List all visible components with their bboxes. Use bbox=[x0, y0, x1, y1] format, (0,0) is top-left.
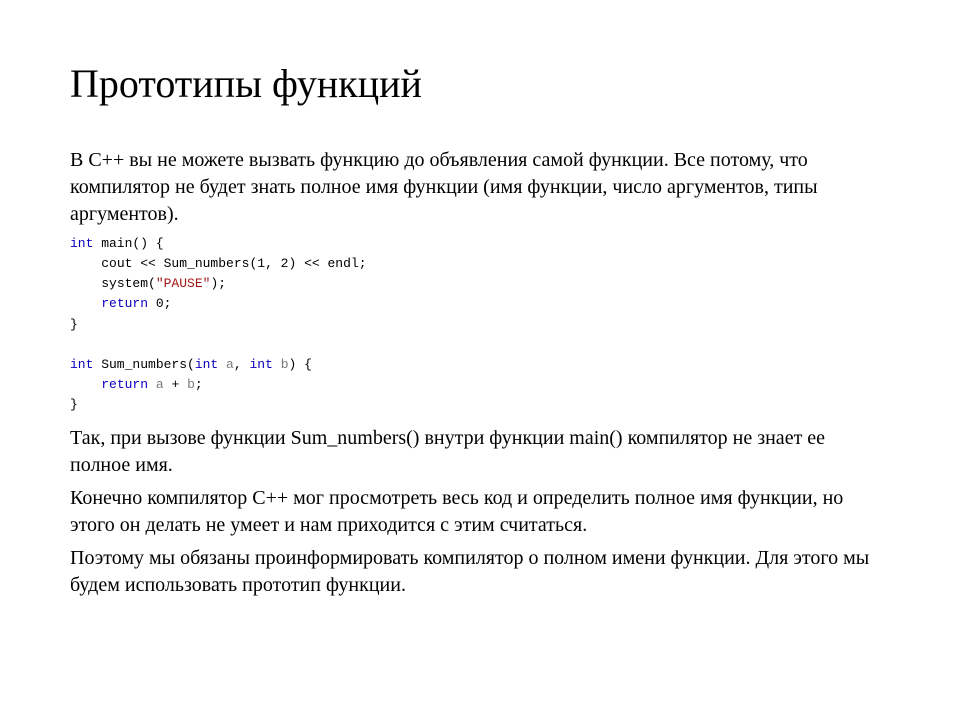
paragraph-intro: В C++ вы не можете вызвать функцию до об… bbox=[70, 147, 890, 228]
code-text: } bbox=[70, 397, 78, 412]
code-keyword: int bbox=[195, 357, 218, 372]
code-text: , bbox=[265, 256, 281, 271]
code-text: ; bbox=[195, 377, 203, 392]
code-text: ); bbox=[210, 276, 226, 291]
code-text: + bbox=[164, 377, 187, 392]
code-text: Sum_numbers( bbox=[93, 357, 194, 372]
code-block: int main() { cout << Sum_numbers(1, 2) <… bbox=[70, 234, 890, 415]
code-text: , bbox=[234, 357, 250, 372]
code-variable: b bbox=[281, 357, 289, 372]
code-indent bbox=[70, 377, 101, 392]
code-keyword: int bbox=[70, 236, 93, 251]
paragraph-3: Конечно компилятор C++ мог просмотреть в… bbox=[70, 485, 890, 539]
document-page: Прототипы функций В C++ вы не можете выз… bbox=[0, 0, 960, 599]
code-text: ) { bbox=[289, 357, 312, 372]
code-keyword: int bbox=[249, 357, 272, 372]
code-indent bbox=[70, 296, 101, 311]
code-variable: b bbox=[187, 377, 195, 392]
code-indent bbox=[70, 256, 101, 271]
page-title: Прототипы функций bbox=[70, 60, 890, 107]
code-text: main() { bbox=[93, 236, 163, 251]
code-variable: a bbox=[226, 357, 234, 372]
code-text: cout << Sum_numbers( bbox=[101, 256, 257, 271]
code-keyword: int bbox=[70, 357, 93, 372]
code-indent bbox=[70, 276, 101, 291]
paragraph-2: Так, при вызове функции Sum_numbers() вн… bbox=[70, 425, 890, 479]
code-text bbox=[273, 357, 281, 372]
code-text bbox=[148, 377, 156, 392]
code-text: system( bbox=[101, 276, 156, 291]
code-keyword: return bbox=[101, 377, 148, 392]
code-number: 1 bbox=[257, 256, 265, 271]
code-variable: a bbox=[156, 377, 164, 392]
code-text: } bbox=[70, 317, 78, 332]
code-keyword: return bbox=[101, 296, 148, 311]
code-text: ) << endl; bbox=[288, 256, 366, 271]
code-text bbox=[218, 357, 226, 372]
code-string: "PAUSE" bbox=[156, 276, 211, 291]
paragraph-4: Поэтому мы обязаны проинформировать комп… bbox=[70, 545, 890, 599]
code-text: 0; bbox=[148, 296, 171, 311]
